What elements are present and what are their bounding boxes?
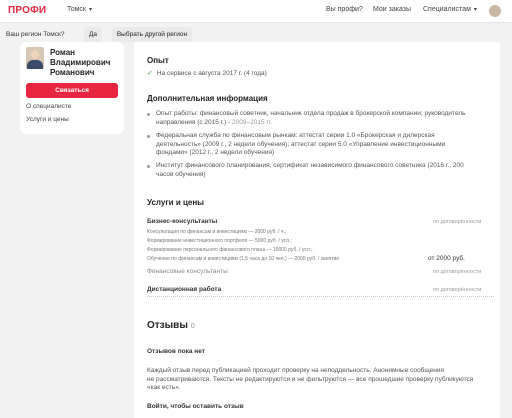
city-label: Томск	[67, 6, 86, 13]
service-row-value: по договорённости	[433, 269, 482, 275]
about-specialist-link[interactable]: О специалисте	[26, 103, 71, 110]
nav-for-specialists-label: Специалистам	[423, 6, 471, 13]
chevron-down-icon: ▾	[473, 7, 477, 13]
profile-name: Роман Владимирович Романович	[50, 48, 124, 78]
info-item-text: часов обучения)	[156, 170, 206, 178]
service-group-title: Бизнес-консультанты	[147, 218, 218, 225]
services-title: Услуги и цены	[147, 198, 204, 207]
top-navigation-bar: ПРОФИ Томск ▾ Вы профи? Мои заказы Специа…	[0, 0, 512, 23]
bullet-icon	[147, 165, 150, 168]
profile-name-patronymic: Владимирович	[50, 58, 111, 67]
profile-photo	[26, 47, 44, 69]
experience-title: Опыт	[147, 56, 169, 65]
service-sub-item: Формирование персонального финансового п…	[147, 247, 313, 253]
region-question: Ваш регион Томск?	[6, 31, 65, 38]
bullet-icon	[147, 135, 150, 138]
info-item-years: 2009–2015 гг.	[232, 118, 273, 126]
divider	[147, 296, 494, 297]
no-reviews-title: Отзывов пока нет	[147, 348, 205, 355]
nav-my-orders[interactable]: Мои заказы	[373, 6, 411, 13]
experience-row: ✓ На сервисе с августа 2017 г. (4 года)	[147, 70, 267, 79]
reviews-policy-line: Каждый отзыв перед публикацией проходит …	[147, 367, 445, 374]
service-sub-item: Формирование инвестиционного портфеля — …	[147, 238, 292, 244]
service-row-label: Дистанционная работа	[147, 286, 222, 293]
info-item-text: направления (с 2015 г.) -	[156, 118, 233, 126]
profile-name-last: Романович	[50, 68, 95, 77]
info-item-text: Опыт работы: финансовый советник, началь…	[156, 110, 466, 117]
region-other-button[interactable]: Выбрать другой регион	[112, 27, 192, 42]
bullet-icon	[147, 113, 150, 116]
region-yes-button[interactable]: Да	[84, 27, 102, 42]
info-item-text: Институт финансового планирования, серти…	[156, 162, 464, 169]
chevron-down-icon: ▾	[89, 7, 93, 13]
service-row-value: по договорённости	[433, 287, 482, 293]
reviews-count: 0	[190, 323, 195, 330]
city-selector[interactable]: Томск ▾	[67, 6, 92, 13]
info-item-text: фондами» (2012 г., 2 недели обучения)	[156, 149, 275, 156]
reviews-policy-text: Каждый отзыв перед публикацией проходит …	[147, 367, 497, 393]
info-item-text: деятельность» (2009 г., 2 недели обучени…	[156, 140, 446, 148]
service-price: от 2000 руб.	[428, 255, 465, 262]
nav-for-specialists[interactable]: Специалистам ▾	[423, 6, 477, 13]
reviews-policy-line: не рассматриваются. Тексты не редактирую…	[147, 375, 474, 383]
main-content: Опыт ✓ На сервисе с августа 2017 г. (4 го…	[134, 42, 500, 418]
info-item-text: Федеральная служба по финансовым рынкам:…	[156, 132, 435, 139]
nav-are-you-pro[interactable]: Вы профи?	[326, 6, 363, 13]
additional-info-title: Дополнительная информация	[147, 94, 268, 103]
login-to-review-link[interactable]: Войти, чтобы оставить отзыв	[147, 403, 244, 412]
check-icon: ✓	[147, 70, 153, 77]
reviews-title-text: Отзывы	[147, 320, 188, 331]
profile-name-first: Роман	[50, 48, 76, 57]
service-row-label: Финансовые консультанты	[147, 268, 228, 275]
service-group-price-note: по договорённости	[433, 219, 482, 225]
service-sub-item: Обучение по финансам и инвестициям (1,5 …	[147, 256, 340, 262]
user-avatar[interactable]	[489, 5, 501, 17]
services-prices-link[interactable]: Услуги и цены	[26, 116, 69, 123]
service-sub-item: Консультация по финансам и инвестициям —…	[147, 229, 287, 235]
experience-text: На сервисе с августа 2017 г. (4 года)	[156, 70, 267, 77]
reviews-title: Отзывы 0	[147, 320, 195, 331]
reviews-policy-line: «как есть».	[147, 384, 181, 391]
profi-logo[interactable]: ПРОФИ	[8, 5, 46, 16]
profile-card: Роман Владимирович Романович Связаться О…	[20, 42, 124, 134]
contact-button[interactable]: Связаться	[26, 83, 118, 98]
